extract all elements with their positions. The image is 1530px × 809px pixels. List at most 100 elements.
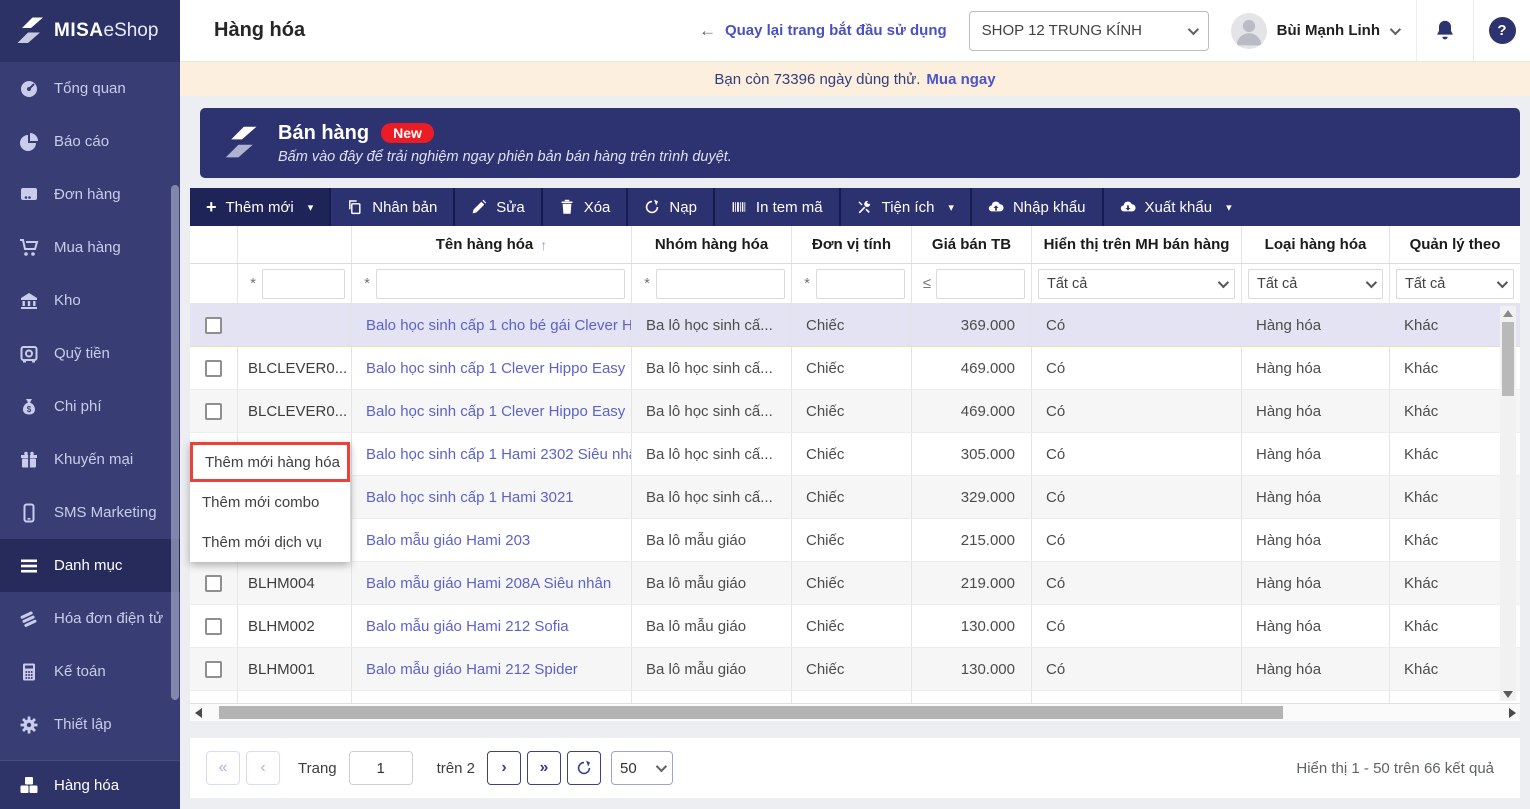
filter-type-select[interactable]: Tất cả: [1248, 268, 1383, 299]
horizontal-scrollbar[interactable]: [190, 703, 1520, 721]
filter-price-input[interactable]: [936, 268, 1025, 299]
add-menu-item[interactable]: Thêm mới dịch vụ: [190, 522, 350, 562]
cell-name-link[interactable]: Balo học sinh cấp 1 Clever Hippo Easy: [352, 390, 632, 432]
sidebar-scrollbar[interactable]: [171, 185, 179, 700]
sidebar-item-bao-cao[interactable]: Báo cáo: [0, 115, 180, 168]
filter-name-input[interactable]: [376, 268, 625, 299]
row-checkbox[interactable]: [205, 402, 222, 420]
scroll-up-arrow[interactable]: [1500, 306, 1516, 320]
filter-show-select[interactable]: Tất cả: [1038, 268, 1235, 299]
filter-operator[interactable]: *: [798, 275, 816, 292]
scroll-down-arrow[interactable]: [1500, 687, 1516, 701]
header-name[interactable]: Tên hàng hóa ↑: [352, 226, 632, 263]
sidebar-item-chi-phi[interactable]: $ Chi phí: [0, 380, 180, 433]
sidebar-item-tong-quan[interactable]: Tổng quan: [0, 62, 180, 115]
filter-code-input[interactable]: [262, 268, 345, 299]
scroll-left-arrow[interactable]: [190, 704, 206, 721]
sidebar-item-sms-marketing[interactable]: SMS Marketing: [0, 486, 180, 539]
sales-promo-banner[interactable]: Bán hàng New Bấm vào đây để trải nghiệm …: [200, 108, 1520, 178]
edit-button[interactable]: Sửa: [455, 188, 540, 226]
table-row[interactable]: BLHM001 Balo mẫu giáo Hami 212 Spider Ba…: [190, 648, 1520, 691]
export-button[interactable]: Xuất khẩu ▾: [1104, 188, 1248, 226]
table-row[interactable]: BLHM005 Balo mẫu giáo Hami 203 Ba lô mẫu…: [190, 519, 1520, 562]
row-checkbox[interactable]: [205, 660, 222, 678]
cell-name-link[interactable]: Balo học sinh cấp 1 Clever Hippo Easy: [352, 347, 632, 389]
cell-name-link[interactable]: Balo học sinh cấp 1 Hami 3021: [352, 476, 632, 518]
shop-selector[interactable]: SHOP 12 TRUNG KÍNH: [968, 10, 1209, 51]
table-row[interactable]: BLHM006 Balo học sinh cấp 1 Hami 3021 Ba…: [190, 476, 1520, 519]
table-row[interactable]: BLCLEVER0... Balo học sinh cấp 1 Clever …: [190, 390, 1520, 433]
filter-operator[interactable]: *: [244, 275, 262, 292]
cell-name-link[interactable]: Balo học sinh cấp 1 cho bé gái Clever H: [352, 304, 632, 346]
header-show[interactable]: Hiển thị trên MH bán hàng: [1032, 226, 1242, 263]
filter-operator-lte[interactable]: ≤: [918, 275, 936, 292]
row-checkbox[interactable]: [205, 574, 222, 592]
duplicate-button[interactable]: Nhân bản: [331, 188, 453, 226]
cell-unit: Chiếc: [792, 648, 912, 690]
header-group[interactable]: Nhóm hàng hóa: [632, 226, 792, 263]
import-button[interactable]: Nhập khẩu: [972, 188, 1102, 226]
back-to-start-link[interactable]: ← Quay lại trang bắt đầu sử dụng: [699, 21, 947, 41]
page-number-input[interactable]: [348, 751, 413, 785]
vertical-scrollbar[interactable]: [1500, 306, 1516, 701]
first-page-button[interactable]: «: [206, 751, 240, 785]
refresh-button[interactable]: [567, 751, 601, 785]
add-menu-item[interactable]: Thêm mới combo: [190, 482, 350, 522]
table-row[interactable]: Balo học sinh cấp 1 cho bé gái Clever H …: [190, 304, 1520, 347]
header-type[interactable]: Loại hàng hóa: [1242, 226, 1390, 263]
row-checkbox[interactable]: [205, 359, 222, 377]
cell-name-link[interactable]: Balo mẫu giáo Hami 208A Siêu nhân: [352, 562, 632, 604]
header-manage[interactable]: Quản lý theo: [1390, 226, 1520, 263]
help-button[interactable]: ?: [1473, 0, 1530, 61]
sidebar-item-quy-tien[interactable]: Quỹ tiền: [0, 327, 180, 380]
filter-unit-input[interactable]: [816, 268, 905, 299]
add-new-button[interactable]: + Thêm mới ▾: [190, 188, 330, 226]
add-menu-item[interactable]: Thêm mới hàng hóa: [190, 442, 350, 482]
filter-operator[interactable]: *: [638, 275, 656, 292]
cell-name-link[interactable]: Balo mẫu giáo Miti 1338SW Frozen: [352, 691, 632, 703]
sidebar-item-thiet-lap[interactable]: Thiết lập: [0, 698, 180, 751]
cell-name-link[interactable]: Balo mẫu giáo Hami 212 Spider: [352, 648, 632, 690]
sidebar-item-kho[interactable]: Kho: [0, 274, 180, 327]
sidebar-item-hoa-don-dien-tu[interactable]: Hóa đơn điện tử: [0, 592, 180, 645]
scroll-right-arrow[interactable]: [1504, 704, 1520, 721]
cell-name-link[interactable]: Balo mẫu giáo Hami 203: [352, 519, 632, 561]
utilities-button[interactable]: Tiện ích ▾: [841, 188, 970, 226]
row-checkbox[interactable]: [205, 617, 222, 635]
user-menu[interactable]: Bùi Mạnh Linh: [1230, 12, 1402, 49]
reload-button[interactable]: Nạp: [628, 188, 713, 226]
sidebar-item-don-hang[interactable]: Đơn hàng: [0, 168, 180, 221]
cell-name-link[interactable]: Balo mẫu giáo Hami 212 Sofia: [352, 605, 632, 647]
buy-now-link[interactable]: Mua ngay: [926, 71, 995, 88]
notifications-button[interactable]: [1416, 0, 1473, 61]
prev-page-button[interactable]: ‹: [246, 751, 280, 785]
sidebar-item-mua-hang[interactable]: Mua hàng: [0, 221, 180, 274]
table-row[interactable]: BLHM007 Balo học sinh cấp 1 Hami 2302 Si…: [190, 433, 1520, 476]
last-page-button[interactable]: »: [527, 751, 561, 785]
sidebar-item-ke-toan[interactable]: Kế toán: [0, 645, 180, 698]
page-size-select[interactable]: 50: [611, 751, 673, 785]
header-unit[interactable]: Đơn vị tính: [792, 226, 912, 263]
filter-operator[interactable]: *: [358, 275, 376, 292]
table-row[interactable]: BLHM004 Balo mẫu giáo Hami 208A Siêu nhâ…: [190, 562, 1520, 605]
table-row[interactable]: BLCLEVER0... Balo học sinh cấp 1 Clever …: [190, 347, 1520, 390]
table-row[interactable]: BLHM002 Balo mẫu giáo Hami 212 Sofia Ba …: [190, 605, 1520, 648]
sidebar-item-khuyen-mai[interactable]: Khuyến mại: [0, 433, 180, 486]
table-row[interactable]: BLHM003 Balo mẫu giáo Miti 1338SW Frozen…: [190, 691, 1520, 703]
next-page-button[interactable]: ›: [487, 751, 521, 785]
vertical-scroll-thumb[interactable]: [1502, 322, 1514, 396]
row-checkbox[interactable]: [205, 316, 222, 334]
delete-button[interactable]: Xóa: [543, 188, 627, 226]
filter-group-input[interactable]: [656, 268, 785, 299]
app-logo[interactable]: MISA eShop: [0, 0, 180, 62]
sidebar-item-hang-hoa[interactable]: Hàng hóa: [0, 760, 180, 809]
print-barcode-button[interactable]: In tem mã: [715, 188, 839, 226]
refresh-icon: [577, 760, 591, 775]
sidebar-item-label: SMS Marketing: [54, 504, 157, 521]
filter-manage-select[interactable]: Tất cả: [1396, 268, 1514, 299]
sidebar-item-danh-muc[interactable]: Danh mục: [0, 539, 180, 592]
cell-unit: Chiếc: [792, 519, 912, 561]
cell-name-link[interactable]: Balo học sinh cấp 1 Hami 2302 Siêu nhân: [352, 433, 632, 475]
horizontal-scroll-thumb[interactable]: [218, 706, 1284, 719]
header-price[interactable]: Giá bán TB: [912, 226, 1032, 263]
